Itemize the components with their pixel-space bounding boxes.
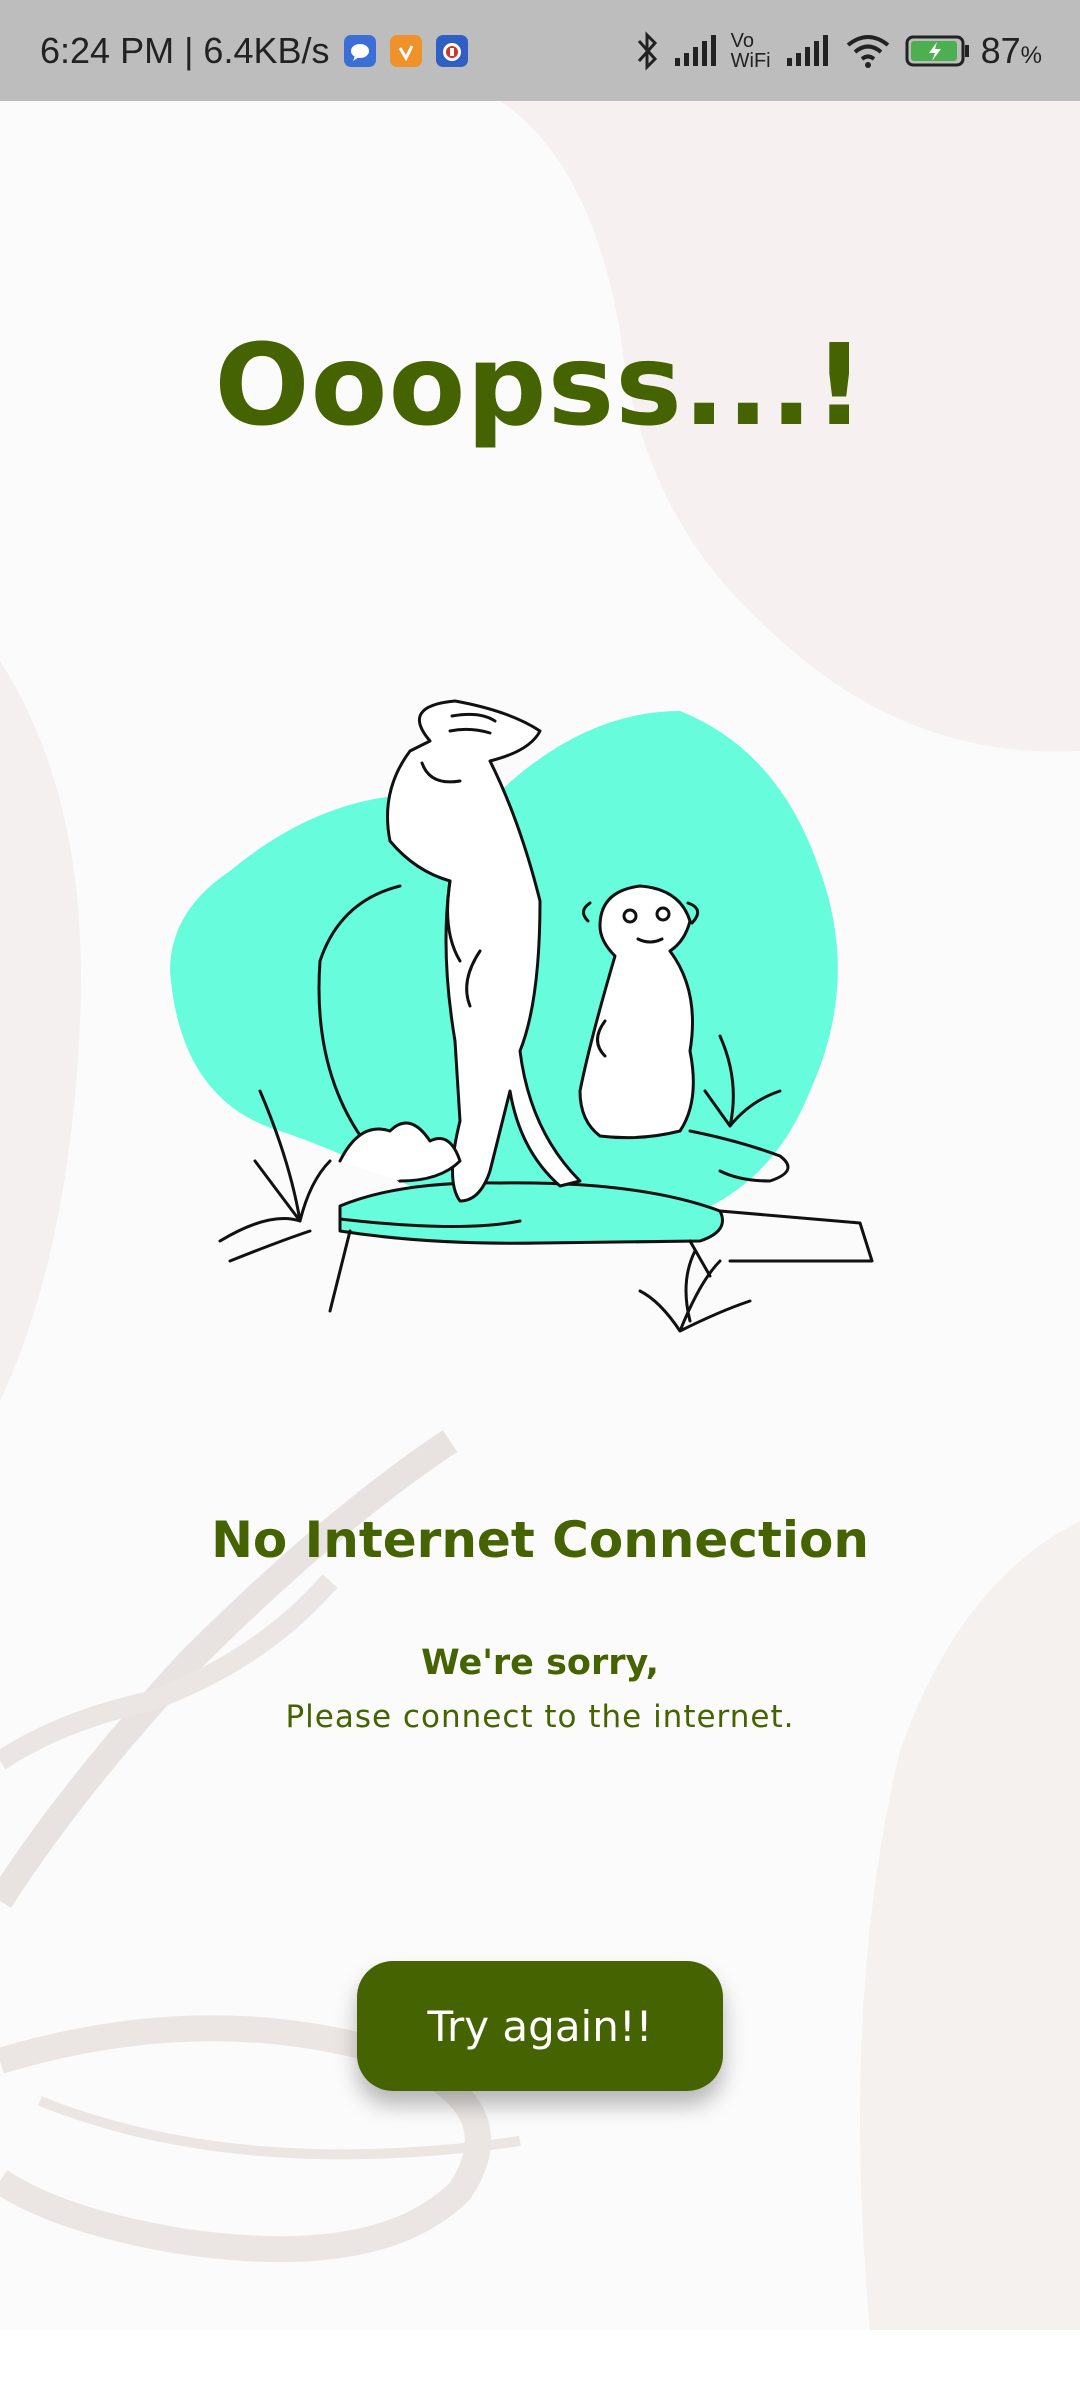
navigation-bar-area xyxy=(0,2330,1080,2400)
vowifi-icon: Vo WiFi xyxy=(731,31,771,71)
battery-charging-icon xyxy=(905,35,969,66)
signal-icon xyxy=(786,34,828,66)
battery-percent: 87% xyxy=(981,30,1042,72)
messages-icon xyxy=(343,34,376,67)
orange-app-icon xyxy=(389,34,422,67)
time-and-speed: 6:24 PM | 6.4KB/s xyxy=(40,29,330,71)
connect-message: Please connect to the internet. xyxy=(285,1699,795,1735)
status-right: Vo WiFi 87% xyxy=(621,30,1042,72)
signal-icon xyxy=(674,34,716,66)
vowifi-label-bottom: WiFi xyxy=(730,49,771,72)
bluetooth-icon xyxy=(637,30,657,71)
red-app-icon xyxy=(435,34,468,67)
status-bar: 6:24 PM | 6.4KB/s Vo WiFi 87% xyxy=(0,0,1080,101)
battery-percent-value: 87 xyxy=(980,29,1021,71)
wifi-icon xyxy=(846,34,889,68)
try-again-button[interactable]: Try again!! xyxy=(357,1961,723,2091)
status-left: 6:24 PM | 6.4KB/s xyxy=(40,30,468,72)
meerkats-illustration xyxy=(170,699,874,1333)
battery-percent-unit: % xyxy=(1020,41,1042,69)
apology-text: We're sorry, xyxy=(421,1643,659,1683)
vowifi-label-top: Vo xyxy=(730,29,754,52)
no-connection-screen: Ooopss...! No Internet Connection We're … xyxy=(0,101,1080,2330)
page-title: Ooopss...! xyxy=(214,321,866,451)
no-internet-heading: No Internet Connection xyxy=(211,1511,869,1569)
